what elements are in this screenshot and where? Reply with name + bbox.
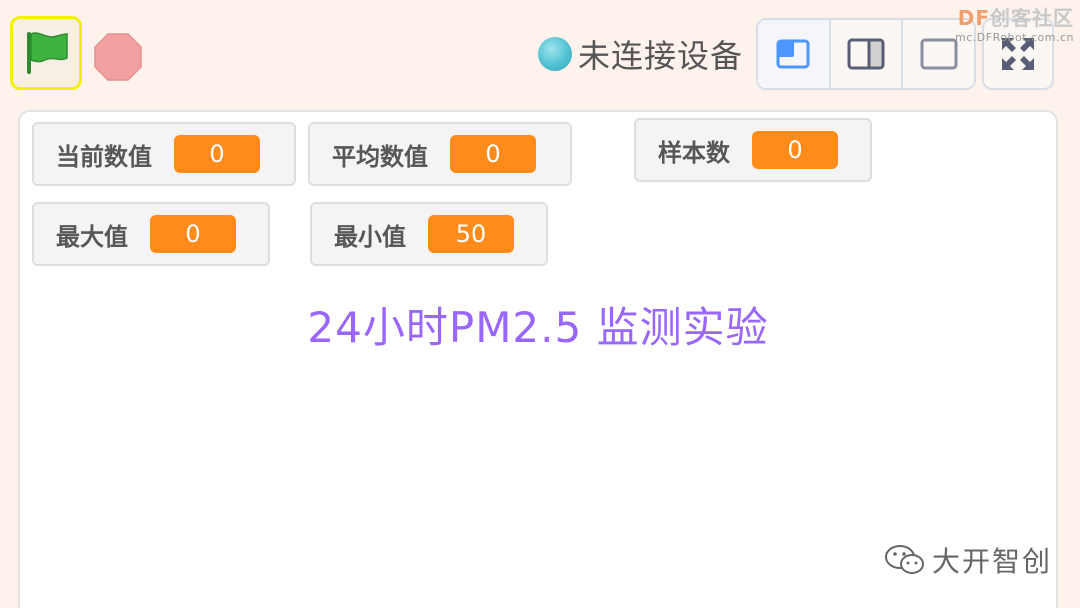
green-flag-icon [27, 32, 68, 74]
monitor-sample-count[interactable]: 样本数 0 [634, 118, 872, 182]
stop-button[interactable] [92, 31, 144, 83]
watermark-text: 大开智创 [932, 545, 1053, 578]
monitor-current-value[interactable]: 当前数值 0 [32, 122, 296, 186]
monitor-label: 最小值 [334, 222, 406, 251]
watermark-dfrobot: DF创客社区 mc.DFRobot.com.cn [955, 2, 1074, 44]
small-stage-button[interactable] [758, 20, 831, 88]
watermark-wechat: 大开智创 [884, 540, 1052, 580]
monitor-label: 平均数值 [332, 142, 428, 171]
connection-status[interactable]: 未连接设备 [538, 34, 744, 75]
watermark-brand-name: 创客社区 [990, 6, 1074, 30]
wechat-icon [885, 545, 924, 574]
large-stage-button[interactable] [831, 20, 904, 88]
green-flag-button[interactable] [10, 16, 82, 90]
monitor-label: 当前数值 [56, 142, 152, 171]
small-stage-icon [776, 39, 810, 69]
monitor-max-value[interactable]: 最大值 0 [32, 202, 270, 266]
monitor-label: 样本数 [658, 138, 730, 167]
stage-title: 24小时PM2.5 监测实验 [307, 303, 769, 352]
large-stage-icon [847, 38, 885, 70]
monitor-label: 最大值 [56, 222, 128, 251]
stop-icon [94, 33, 142, 81]
monitor-value: 0 [150, 215, 236, 253]
monitor-average-value[interactable]: 平均数值 0 [308, 122, 572, 186]
monitor-value: 0 [752, 131, 838, 169]
monitor-value: 50 [428, 215, 514, 253]
stage-only-icon [920, 38, 958, 70]
app-window: 未连接设备 DF创客社区 mc.DFRobot.com.cn 当前数值 0 平均… [0, 0, 1080, 608]
watermark-brand-prefix: DF [957, 6, 990, 30]
connection-icon [538, 37, 572, 71]
connection-status-label: 未连接设备 [578, 37, 744, 75]
monitor-value: 0 [450, 135, 536, 173]
monitor-min-value[interactable]: 最小值 50 [310, 202, 548, 266]
stage-canvas[interactable]: 当前数值 0 平均数值 0 样本数 0 最大值 0 最小值 50 24小时PM2… [18, 110, 1058, 608]
watermark-url: mc.DFRobot.com.cn [955, 31, 1074, 44]
monitor-value: 0 [174, 135, 260, 173]
stage-layout-toggle [756, 18, 976, 90]
